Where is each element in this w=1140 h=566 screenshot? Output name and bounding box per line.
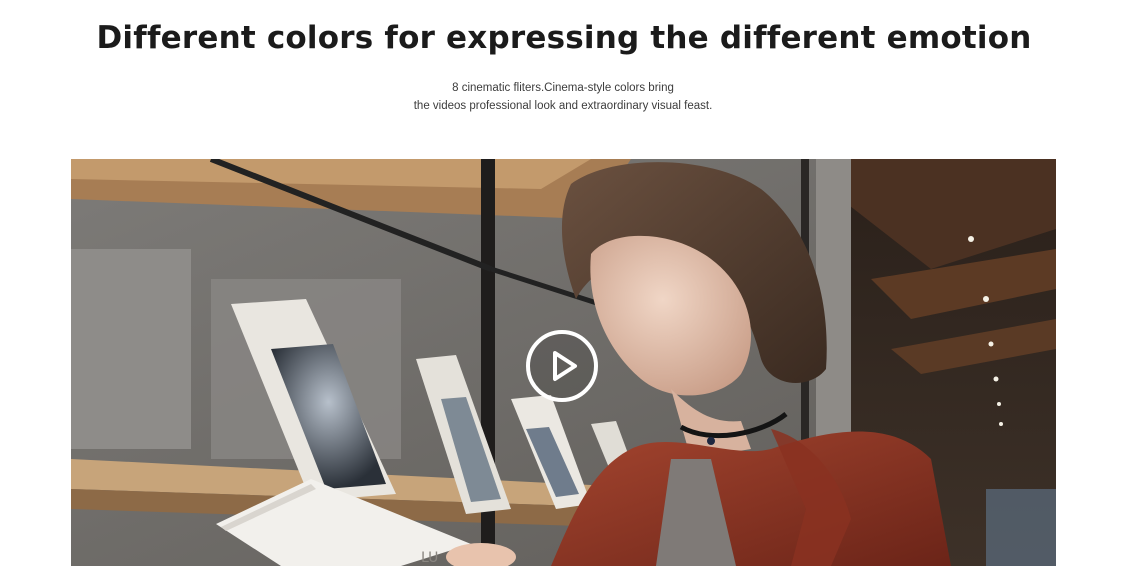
subtitle-line-1: 8 cinematic fliters.Cinema-style colors … <box>452 82 674 94</box>
section-headline: Different colors for expressing the diff… <box>96 20 1032 56</box>
play-icon <box>553 351 577 381</box>
section-subtitle: 8 cinematic fliters.Cinema-style colors … <box>0 79 1126 115</box>
subtitle-line-2: the videos professional look and extraor… <box>413 100 713 112</box>
video-player[interactable]: LU <box>71 159 1056 566</box>
feature-section: Different colors for expressing the diff… <box>0 0 1140 566</box>
book-label: LU <box>421 550 438 566</box>
play-button[interactable] <box>526 330 598 402</box>
